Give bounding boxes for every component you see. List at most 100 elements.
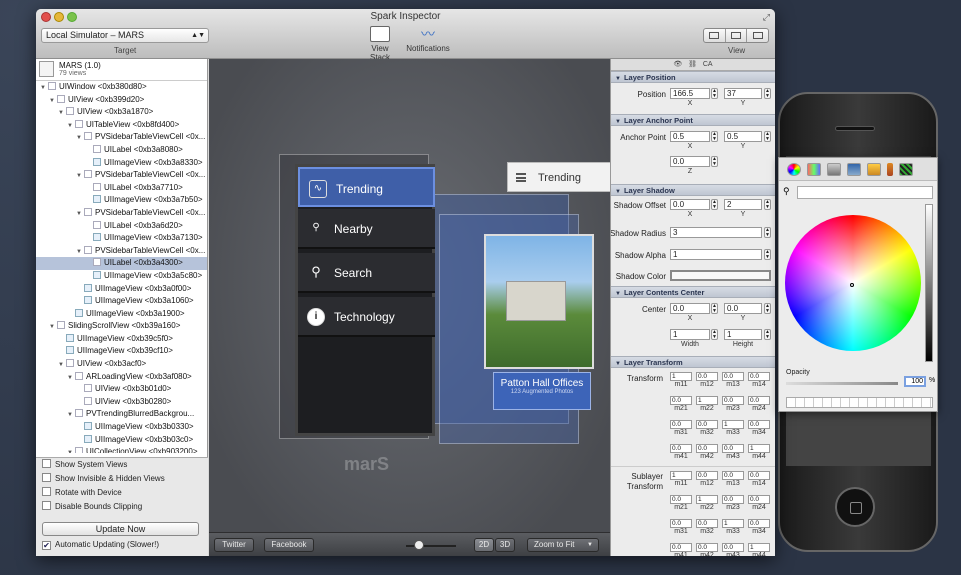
matrix-value-field[interactable]: 0.0 (722, 543, 744, 552)
tree-row[interactable]: UIImageView <0xb3a7b50> (36, 194, 207, 207)
zoom-fit-dropdown[interactable]: Zoom to Fit ▼ (527, 538, 599, 552)
tree-row[interactable]: UIImageView <0xb3a5c80> (36, 270, 207, 283)
palettes-tab-icon[interactable] (827, 162, 841, 176)
tree-row[interactable]: UILabel <0xb3a4300> (36, 257, 207, 270)
color-wheel-cursor[interactable] (850, 283, 854, 287)
mode-2d-button[interactable]: 2D (474, 538, 494, 552)
matrix-value-field[interactable]: 0.0 (748, 471, 770, 480)
fullscreen-icon[interactable]: ⤢ (763, 12, 770, 23)
image-palette-tab-icon[interactable] (847, 162, 861, 176)
position-x-field[interactable]: 166.5 (670, 88, 710, 99)
matrix-value-field[interactable]: 0.0 (748, 495, 770, 504)
tree-row[interactable]: UIImageView <0xb3a0f00> (36, 283, 207, 296)
center-x-field[interactable]: 0.0 (670, 303, 710, 314)
tree-row[interactable]: ▼ UICollectionView <0xb903200> (36, 446, 207, 453)
tree-row[interactable]: ▼ PVSidebarTableViewCell <0x... (36, 169, 207, 182)
tab-eye[interactable]: 👁 (673, 61, 682, 68)
matrix-value-field[interactable]: 1 (722, 420, 744, 429)
view-stack-button[interactable]: View Stack (361, 26, 399, 62)
tree-row[interactable]: ▼ UIWindow <0xb380d80> (36, 81, 207, 94)
tree-row[interactable]: UIImageView <0xb3a8330> (36, 157, 207, 170)
option-checkbox[interactable] (42, 459, 51, 468)
menu-item-search[interactable]: ⚲ Search (298, 253, 435, 293)
matrix-value-field[interactable]: 1 (696, 396, 718, 405)
shadow-alpha-stepper[interactable]: ▲ ▼ (764, 249, 771, 260)
center-width-stepper[interactable]: ▲ ▼ (711, 329, 718, 340)
shadow-offset-x-field[interactable]: 0.0 (670, 199, 710, 210)
center-height-stepper[interactable]: ▲ ▼ (764, 329, 771, 340)
view-bottom-pane-toggle[interactable] (726, 29, 748, 42)
display-option[interactable]: Show System Views (36, 458, 208, 472)
location-banner-layer[interactable]: Patton Hall Offices 123 Augmented Photos (493, 372, 591, 410)
opacity-field[interactable]: 100 (904, 376, 926, 387)
option-checkbox[interactable] (42, 487, 51, 496)
tree-row[interactable]: UIImageView <0xb3a1060> (36, 295, 207, 308)
color-wheel-tab-icon[interactable] (787, 162, 801, 176)
texture-tab-icon[interactable] (899, 162, 913, 176)
target-select[interactable]: Local Simulator – MARS ▲▼ (41, 28, 209, 43)
zoom-slider-knob[interactable] (414, 540, 424, 550)
matrix-value-field[interactable]: 0.0 (748, 372, 770, 381)
matrix-value-field[interactable]: 0.0 (670, 495, 692, 504)
center-height-field[interactable]: 1 (724, 329, 762, 340)
sidebar-menu-layer[interactable]: ∿ Trending ⚲ Nearby ⚲ Search i Technology (295, 164, 435, 436)
matrix-value-field[interactable]: 0.0 (722, 471, 744, 480)
matrix-value-field[interactable]: 0.0 (670, 420, 692, 429)
shadow-radius-stepper[interactable]: ▲ ▼ (764, 227, 771, 238)
display-option[interactable]: Rotate with Device (36, 486, 208, 500)
anchor-z-field[interactable]: 0.0 (670, 156, 710, 167)
anchor-y-stepper[interactable]: ▲ ▼ (764, 131, 771, 142)
section-layer-shadow[interactable]: ▼ Layer Shadow (611, 184, 775, 196)
swatch-row[interactable] (786, 397, 933, 408)
matrix-value-field[interactable]: 1 (670, 372, 692, 381)
shadow-radius-field[interactable]: 3 (670, 227, 762, 238)
tree-row[interactable]: UIImageView <0xb3b0330> (36, 421, 207, 434)
tree-row[interactable]: ▼ UIView <0xb399d20> (36, 94, 207, 107)
shadow-offset-y-stepper[interactable]: ▲ ▼ (764, 199, 771, 210)
menu-item-nearby[interactable]: ⚲ Nearby (298, 209, 435, 249)
matrix-value-field[interactable]: 0.0 (748, 519, 770, 528)
crayon-tab-icon[interactable] (887, 162, 893, 176)
tree-row[interactable]: ▼ PVTrendingBlurredBackgrou... (36, 408, 207, 421)
center-width-field[interactable]: 1 (670, 329, 710, 340)
brightness-slider[interactable] (925, 204, 933, 362)
position-y-stepper[interactable]: ▲ ▼ (764, 88, 771, 99)
option-checkbox[interactable] (42, 473, 51, 482)
disclosure-triangle-icon[interactable]: ▼ (67, 447, 75, 453)
section-contents-center[interactable]: ▼ Layer Contents Center (611, 286, 775, 298)
auto-update-checkbox[interactable]: ✔ (42, 541, 51, 550)
tree-row[interactable]: ▼ UIView <0xb3a1870> (36, 106, 207, 119)
view-right-pane-toggle[interactable] (747, 29, 768, 42)
tree-row[interactable]: UIImageView <0xb39c5f0> (36, 333, 207, 346)
tree-row[interactable]: ▼ PVSidebarTableViewCell <0x... (36, 131, 207, 144)
auto-update-option[interactable]: ✔ Automatic Updating (Slower!) (36, 538, 159, 552)
display-option[interactable]: Show Invisible & Hidden Views (36, 472, 208, 486)
matrix-value-field[interactable]: 1 (748, 543, 770, 552)
menu-item-technology[interactable]: i Technology (298, 297, 435, 337)
home-button[interactable] (835, 487, 875, 527)
opacity-slider[interactable] (786, 382, 898, 385)
view-tree[interactable]: ▼ UIWindow <0xb380d80> ▼ UIView <0xb399d20>… (36, 81, 207, 453)
building-photo-layer[interactable] (484, 234, 594, 369)
notifications-button[interactable]: 〰 Notifications (406, 26, 450, 58)
anchor-x-field[interactable]: 0.5 (670, 131, 710, 142)
anchor-z-stepper[interactable]: ▲ ▼ (711, 156, 718, 167)
matrix-value-field[interactable]: 0.0 (696, 543, 718, 552)
color-search-input[interactable] (797, 186, 933, 199)
section-layer-position[interactable]: ▼ Layer Position (611, 71, 775, 83)
tree-row[interactable]: ▼ UIView <0xb3acf0> (36, 358, 207, 371)
position-y-field[interactable]: 37 (724, 88, 762, 99)
option-checkbox[interactable] (42, 501, 51, 510)
tree-row[interactable]: ▼ UITableView <0xb8fd400> (36, 119, 207, 132)
matrix-value-field[interactable]: 0.0 (748, 396, 770, 405)
pencils-tab-icon[interactable] (867, 162, 881, 176)
position-x-stepper[interactable]: ▲ ▼ (711, 88, 718, 99)
matrix-value-field[interactable]: 0.0 (670, 543, 692, 552)
facebook-button[interactable]: Facebook (264, 538, 314, 552)
tree-row[interactable]: UIImageView <0xb3a1900> (36, 308, 207, 321)
view-canvas[interactable]: ∿ Trending ⚲ Nearby ⚲ Search i Technology Pa… (209, 59, 612, 556)
display-option[interactable]: Disable Bounds Clipping (36, 500, 208, 514)
matrix-value-field[interactable]: 0.0 (722, 495, 744, 504)
anchor-x-stepper[interactable]: ▲ ▼ (711, 131, 718, 142)
update-now-button[interactable]: Update Now (42, 522, 199, 536)
